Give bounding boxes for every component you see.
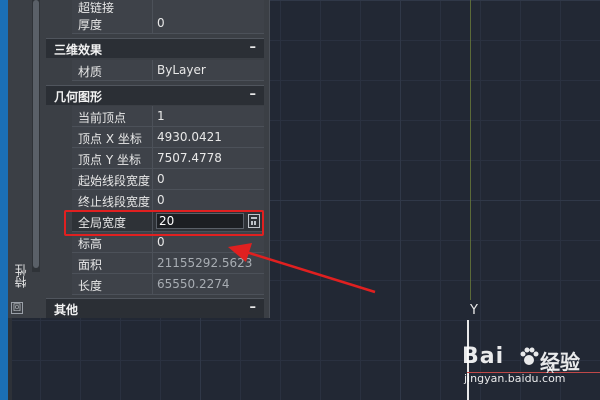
watermark-url: jingyan.baidu.com [464,372,566,385]
annotation-arrow [228,243,376,294]
arrow-head [228,243,252,262]
arrow-shaft [245,250,376,294]
watermark: Bai 经验 jingyan.baidu.com [462,344,582,390]
paw-icon [520,347,539,365]
watermark-brand: Bai [462,344,505,369]
watermark-brand-cn: 经验 [540,350,580,374]
ucs-y-label: Y [470,303,478,318]
